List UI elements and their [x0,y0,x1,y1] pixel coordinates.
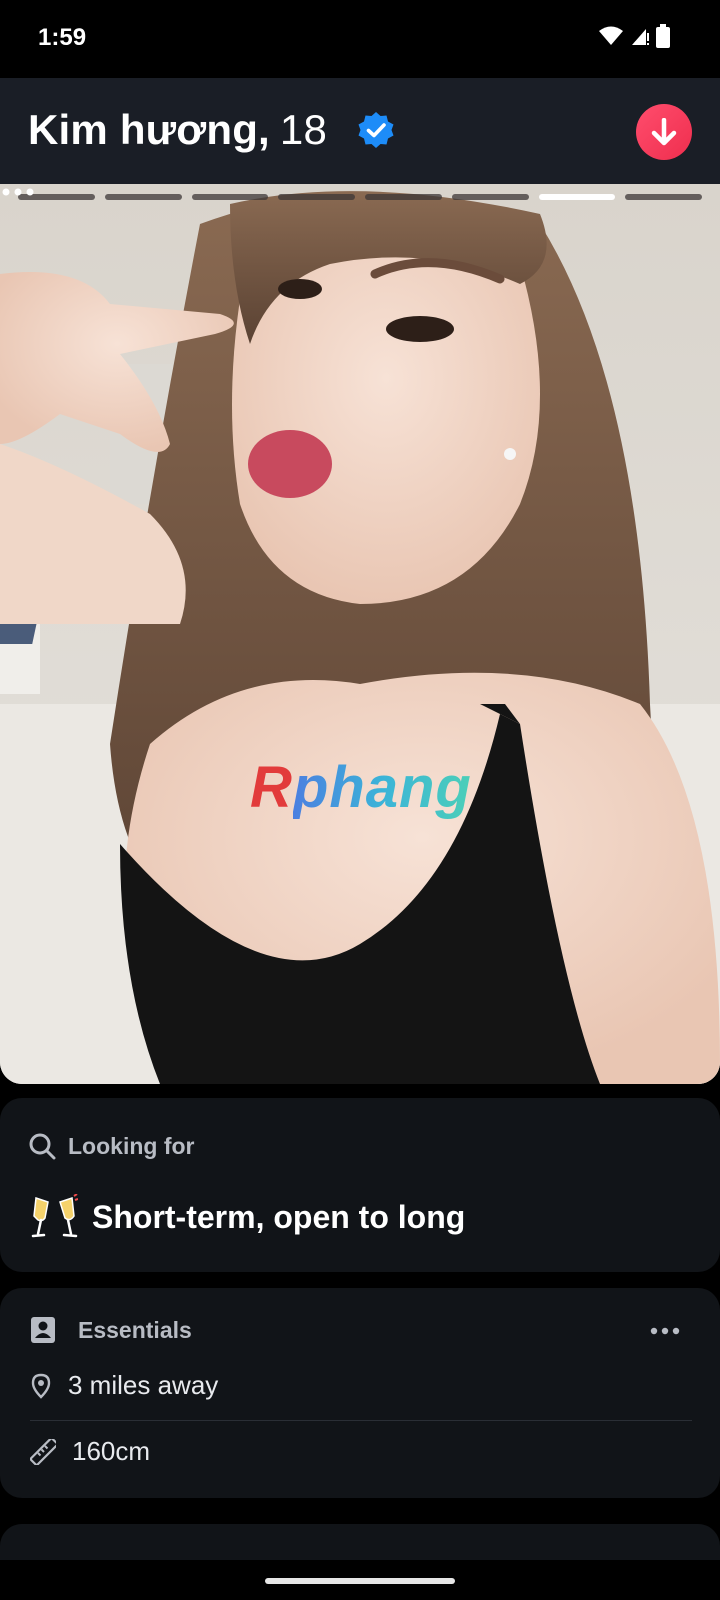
photo-progress-segment[interactable] [625,194,702,200]
profile-header: Kim hương, 18 [0,78,720,184]
watermark: Rphang [250,754,472,821]
arrow-down-icon [651,118,677,146]
looking-for-value: Short-term, open to long [92,1198,466,1235]
verified-badge-icon [358,112,394,148]
ruler-icon [30,1438,56,1465]
photo-more-options-icon[interactable] [0,184,36,200]
wifi-icon [599,26,623,45]
profile-name-line: Kim hương, 18 [28,106,327,154]
status-icons [598,24,670,48]
photo-progress-segment[interactable] [365,194,442,200]
divider [30,1420,692,1421]
watermark-prefix: R [250,755,293,820]
distance-text: 3 miles away [68,1370,219,1400]
location-pin-icon [31,1373,51,1399]
photo-progress-segment[interactable] [451,194,529,200]
essentials-header: Essentials [30,1316,192,1344]
looking-for-header: Looking for [28,1132,194,1160]
photo-progress-segment[interactable] [104,194,182,200]
search-icon [29,1133,56,1160]
photo-progress-indicator [18,194,702,200]
photo-progress-segment[interactable] [278,194,355,200]
looking-for-title: Looking for [68,1132,195,1159]
looking-for-value-row: Short-term, open to long [30,1194,465,1240]
essentials-more-icon[interactable] [650,1326,680,1336]
collapse-profile-button[interactable] [636,104,692,160]
height-text: 160cm [72,1436,151,1466]
essentials-title: Essentials [78,1316,192,1343]
home-indicator[interactable] [265,1578,455,1584]
profile-age: 18 [279,106,328,153]
profile-name: Kim hương, [28,106,270,153]
essentials-card: Essentials 3 miles away 160cm [0,1288,720,1498]
profile-photo[interactable]: Rphang [0,184,720,1084]
photo-illustration [0,184,720,1084]
signal-icon [632,29,649,45]
watermark-text: phang [292,755,472,820]
battery-icon [656,24,670,48]
essentials-item-distance: 3 miles away [30,1370,218,1401]
status-time: 1:59 [38,24,87,51]
photo-progress-segment[interactable] [191,194,269,200]
photo-progress-segment-active[interactable] [538,194,616,200]
essentials-item-height: 160cm [30,1436,150,1467]
champagne-glasses-icon [31,1194,78,1238]
status-bar: 1:59 [0,0,720,78]
looking-for-card: Looking for Short-term, open to long [0,1098,720,1272]
id-card-icon [31,1317,55,1343]
